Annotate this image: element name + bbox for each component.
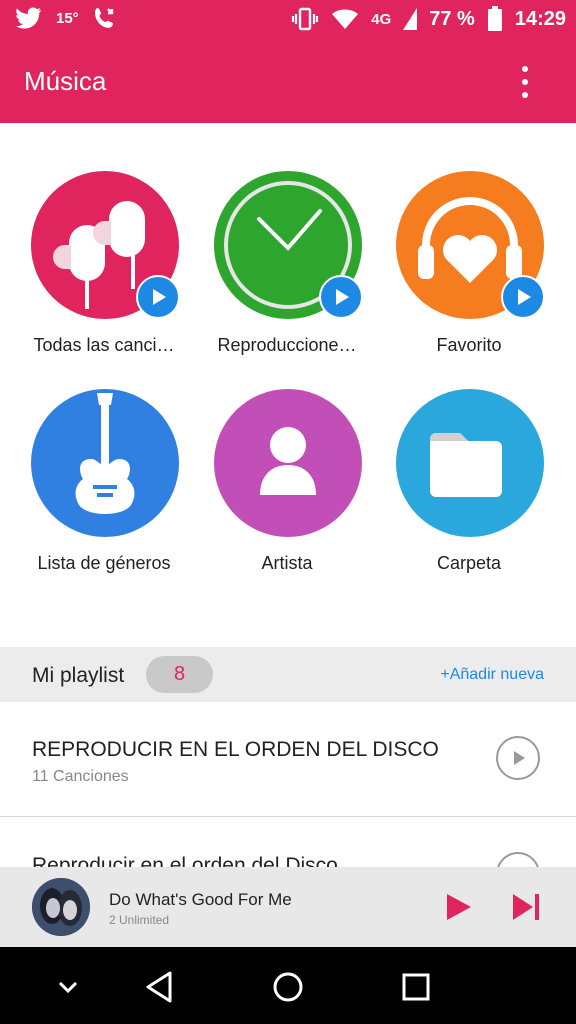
category-folder[interactable]: Carpeta <box>379 389 559 589</box>
system-nav-bar <box>0 947 576 1024</box>
more-vert-icon[interactable] <box>510 64 540 100</box>
category-all-songs[interactable]: Todas las canci… <box>14 171 194 371</box>
playlist-item[interactable]: REPRODUCIR EN EL ORDEN DEL DISCO 11 Canc… <box>0 702 576 817</box>
skip-next-icon[interactable] <box>510 891 542 923</box>
category-label: Carpeta <box>436 553 502 573</box>
album-art <box>32 878 90 936</box>
recents-icon[interactable] <box>396 967 436 1007</box>
app-bar: Música <box>0 40 576 123</box>
signal-icon <box>403 8 418 30</box>
vibrate-icon <box>292 7 319 31</box>
category-recent-plays[interactable]: Reproduccione… <box>197 171 377 371</box>
app-title: Música <box>24 66 107 96</box>
category-label: Favorito <box>436 335 502 355</box>
battery-percent: 77 % <box>429 7 475 30</box>
category-label: Lista de géneros <box>37 553 171 573</box>
play-icon[interactable] <box>442 891 474 923</box>
now-playing-bar[interactable]: Do What's Good For Me 2 Unlimited <box>0 867 576 947</box>
category-genres[interactable]: Lista de géneros <box>14 389 194 589</box>
now-playing-artist: 2 Unlimited <box>109 913 170 927</box>
category-artist[interactable]: Artista <box>197 389 377 589</box>
now-playing-title: Do What's Good For Me <box>109 890 292 909</box>
playlist-title: Mi playlist <box>32 664 125 687</box>
phone-call-icon <box>94 8 113 28</box>
playlist-item-title: REPRODUCIR EN EL ORDEN DEL DISCO <box>32 738 439 761</box>
playlist-item-subtitle: 11 Canciones <box>32 768 129 785</box>
category-favorite[interactable]: Favorito <box>379 171 559 371</box>
guitar-icon <box>31 389 179 537</box>
play-icon[interactable] <box>501 275 545 319</box>
playlist-header: Mi playlist 8 +Añadir nueva <box>0 647 576 702</box>
play-icon[interactable] <box>136 275 180 319</box>
temperature-text: 15° <box>56 9 79 27</box>
category-label: Reproduccione… <box>217 335 357 355</box>
play-circle-icon[interactable] <box>496 736 540 780</box>
status-bar: 15° 4G 77 % 14:29 <box>0 0 576 40</box>
wifi-icon <box>332 9 359 29</box>
add-playlist-link[interactable]: +Añadir nueva <box>440 666 544 684</box>
person-icon <box>214 389 362 537</box>
network-type: 4G <box>371 10 392 28</box>
category-label: Todas las canci… <box>33 335 175 355</box>
battery-icon <box>487 6 502 31</box>
play-icon[interactable] <box>319 275 363 319</box>
home-icon[interactable] <box>268 967 308 1007</box>
category-label: Artista <box>261 553 313 573</box>
chevron-down-icon[interactable] <box>48 967 88 1007</box>
playlist-count-badge: 8 <box>146 656 213 693</box>
twitter-icon <box>16 7 41 29</box>
back-icon[interactable] <box>140 967 180 1007</box>
folder-icon <box>396 389 544 537</box>
clock-time: 14:29 <box>514 7 566 30</box>
